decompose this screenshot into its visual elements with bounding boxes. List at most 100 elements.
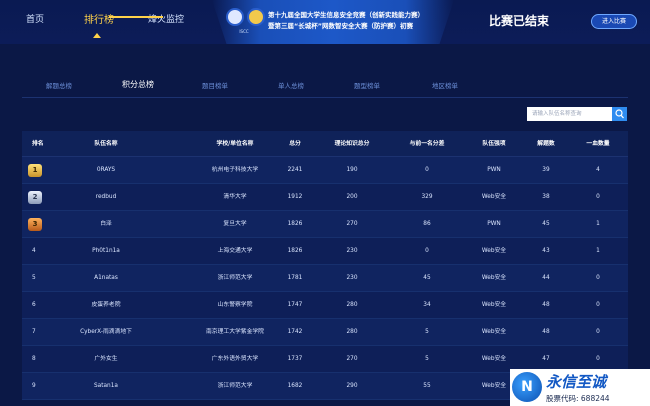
team-name: 广外女生 [94, 356, 118, 362]
solved-count: 44 [542, 275, 550, 281]
rank: 7 [32, 329, 36, 335]
theory-score: 200 [346, 194, 358, 200]
school-name: 山东警察学院 [217, 302, 253, 308]
active-tab-underline [109, 16, 163, 18]
tab-solve-ranking[interactable]: 解题总榜 [46, 80, 72, 90]
team-strength: Web安全 [481, 194, 507, 200]
team-name: 0RAYS [96, 167, 116, 173]
header-solved: 解题数 [537, 141, 555, 147]
leaderboard-tabs: 解题总榜 积分总榜 题目榜单 单人总榜 题型榜单 地区榜单 [22, 80, 628, 96]
logo-caption: ISCC [239, 29, 249, 34]
team-strength: Web安全 [481, 275, 507, 281]
team-name: Satan1a [94, 383, 118, 389]
leaderboard-table: 排名 队伍名称 学校/单位名称 总分 理论知识总分 与前一名分差 队伍强项 解题… [22, 131, 628, 400]
bronze-medal-icon: 3 [28, 218, 42, 231]
tab-challenge-ranking[interactable]: 题目榜单 [202, 80, 228, 90]
school-name: 杭州电子科技大学 [211, 167, 259, 173]
score-diff: 329 [421, 194, 433, 200]
school-name: 清华大学 [223, 194, 247, 200]
table-row[interactable]: 5 A1natas 浙江师范大学 1781 230 45 Web安全 44 0 [22, 265, 628, 292]
header-strength: 队伍强项 [482, 141, 506, 147]
table-row[interactable]: 7 CyberX-雨滴滴地下 南京理工大学紫金学院 1742 280 5 Web… [22, 319, 628, 346]
school-name: 浙江师范大学 [217, 275, 253, 281]
sponsor-logo-icon: N [512, 372, 542, 402]
theory-score: 190 [346, 167, 358, 173]
solved-count: 48 [542, 302, 550, 308]
rank: 8 [32, 356, 36, 362]
total-score: 1747 [287, 302, 303, 308]
tab-individual-ranking[interactable]: 单人总榜 [278, 80, 304, 90]
sponsor-name: 永信至诚 [546, 373, 607, 391]
total-score: 1912 [287, 194, 303, 200]
tab-region-ranking[interactable]: 地区榜单 [432, 80, 458, 90]
rank: 6 [32, 302, 36, 308]
header-first-blood: 一血数量 [586, 141, 610, 147]
table-row[interactable]: 1 0RAYS 杭州电子科技大学 2241 190 0 PWN 39 4 [22, 157, 628, 184]
header-team: 队伍名称 [94, 141, 118, 147]
team-name: 皮蛋养老院 [91, 302, 121, 308]
nav-leaderboard[interactable]: 排行榜 [84, 11, 114, 26]
total-score: 1781 [287, 275, 303, 281]
theory-score: 270 [346, 221, 358, 227]
header-total: 总分 [289, 141, 301, 147]
solved-count: 45 [542, 221, 550, 227]
table-row[interactable]: 2 redbud 清华大学 1912 200 329 Web安全 38 0 [22, 184, 628, 211]
theory-score: 280 [346, 302, 358, 308]
tab-divider [22, 97, 628, 98]
search-button[interactable] [612, 107, 627, 121]
team-search-input[interactable] [527, 107, 612, 121]
school-name: 广东外语外贸大学 [211, 356, 259, 362]
event-title-line1: 第十九届全国大学生信息安全竞赛（创新实践能力赛） [268, 11, 424, 19]
enter-competition-button[interactable]: 进入比赛 [591, 14, 637, 29]
table-header: 排名 队伍名称 学校/单位名称 总分 理论知识总分 与前一名分差 队伍强项 解题… [22, 131, 628, 157]
first-blood-count: 0 [596, 275, 600, 281]
theory-score: 280 [346, 329, 358, 335]
score-diff: 45 [423, 275, 431, 281]
first-blood-count: 0 [596, 194, 600, 200]
school-name: 上海交通大学 [217, 248, 253, 254]
cup-logo-icon [247, 8, 265, 26]
school-name: 复旦大学 [223, 221, 247, 227]
table-row[interactable]: 3 白泽 复旦大学 1826 270 86 PWN 45 1 [22, 211, 628, 238]
header-diff: 与前一名分差 [409, 141, 445, 147]
total-score: 1737 [287, 356, 303, 362]
score-diff: 0 [425, 167, 429, 173]
total-score: 1682 [287, 383, 303, 389]
tab-category-ranking[interactable]: 题型榜单 [354, 80, 380, 90]
nav-active-caret-icon [93, 33, 101, 38]
school-name: 浙江师范大学 [217, 383, 253, 389]
total-score: 1742 [287, 329, 303, 335]
rank: 4 [32, 248, 36, 254]
score-diff: 55 [423, 383, 431, 389]
sponsor-watermark: N 永信至诚 股票代码: 688244 [510, 369, 650, 406]
tab-score-ranking[interactable]: 积分总榜 [122, 79, 154, 90]
nav-home[interactable]: 首页 [26, 12, 44, 25]
team-name: A1natas [94, 275, 118, 281]
score-diff: 5 [425, 329, 429, 335]
team-strength: PWN [487, 221, 501, 227]
first-blood-count: 0 [596, 329, 600, 335]
header-rank: 排名 [32, 141, 44, 147]
sponsor-stock-code: 股票代码: 688244 [546, 394, 610, 403]
theory-score: 270 [346, 356, 358, 362]
nav-monitor[interactable]: 烽火监控 [148, 12, 184, 25]
theory-score: 290 [346, 383, 358, 389]
school-name: 南京理工大学紫金学院 [206, 329, 264, 335]
score-diff: 0 [425, 248, 429, 254]
header-theory: 理论知识总分 [334, 141, 370, 147]
solved-count: 43 [542, 248, 550, 254]
score-diff: 5 [425, 356, 429, 362]
solved-count: 39 [542, 167, 550, 173]
event-title-line2: 暨第三届“长城杯”网数智安全大赛（防护赛）初赛 [268, 22, 414, 30]
competition-status: 比赛已结束 [489, 14, 550, 28]
rank: 9 [32, 383, 36, 389]
table-row[interactable]: 6 皮蛋养老院 山东警察学院 1747 280 34 Web安全 48 0 [22, 292, 628, 319]
theory-score: 230 [346, 248, 358, 254]
score-diff: 86 [423, 221, 431, 227]
gold-medal-icon: 1 [28, 164, 42, 177]
team-strength: Web安全 [481, 248, 507, 254]
score-diff: 34 [423, 302, 431, 308]
team-strength: Web安全 [481, 302, 507, 308]
team-name: CyberX-雨滴滴地下 [80, 329, 132, 335]
table-row[interactable]: 4 Ph0t1n1a 上海交通大学 1826 230 0 Web安全 43 1 [22, 238, 628, 265]
